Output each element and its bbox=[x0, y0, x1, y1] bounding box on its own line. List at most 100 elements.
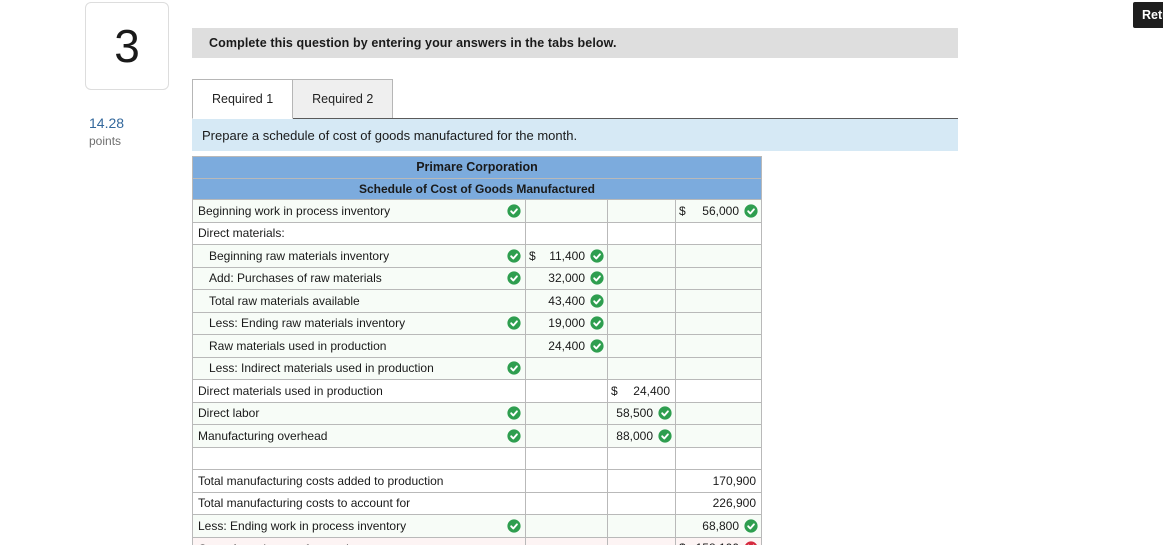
row-label-cell[interactable]: Less: Indirect materials used in product… bbox=[192, 356, 526, 380]
amount-cell-col3[interactable]: 226,900 bbox=[675, 491, 762, 515]
amount-cell-col1[interactable]: 19,000 bbox=[525, 311, 608, 335]
amount-cell-col1[interactable] bbox=[525, 401, 608, 425]
row-label-cell[interactable]: Direct labor bbox=[192, 401, 526, 425]
check-circle-icon bbox=[507, 271, 521, 285]
row-label: Add: Purchases of raw materials bbox=[209, 271, 382, 286]
row-label-cell[interactable]: Total manufacturing costs added to produ… bbox=[192, 469, 526, 493]
table-row: Direct materials used in production $24,4… bbox=[192, 379, 762, 403]
x-circle-icon bbox=[744, 541, 758, 545]
amount-cell-col2[interactable] bbox=[607, 244, 676, 268]
amount-value: 58,500 bbox=[616, 406, 653, 421]
amount-cell-col1[interactable] bbox=[525, 356, 608, 380]
row-label-cell[interactable]: Beginning work in process inventory bbox=[192, 199, 526, 223]
amount-cell-col1[interactable] bbox=[525, 199, 608, 223]
worksheet-company-row: Primare Corporation bbox=[192, 156, 762, 179]
worksheet-statement-row: Schedule of Cost of Goods Manufactured bbox=[192, 177, 762, 200]
amount-cell-col3[interactable] bbox=[675, 311, 762, 335]
currency-symbol: $ bbox=[679, 541, 686, 545]
row-label-cell[interactable]: Add: Purchases of raw materials bbox=[192, 266, 526, 290]
row-label-cell[interactable]: Cost of goods manufactured bbox=[192, 536, 526, 545]
amount-cell-col1[interactable]: 24,400 bbox=[525, 334, 608, 358]
table-row: Manufacturing overhead 88,000 bbox=[192, 424, 762, 448]
amount-cell-col1[interactable] bbox=[525, 424, 608, 448]
amount-cell-col2[interactable] bbox=[607, 334, 676, 358]
row-label: Less: Ending work in process inventory bbox=[198, 518, 407, 533]
amount-cell-col3[interactable] bbox=[675, 221, 762, 245]
amount-cell-col1[interactable] bbox=[525, 491, 608, 515]
amount-cell-col2[interactable] bbox=[607, 469, 676, 493]
row-label-cell[interactable]: Manufacturing overhead bbox=[192, 424, 526, 448]
row-label: Raw materials used in production bbox=[209, 338, 387, 353]
amount-cell-col3[interactable]: $56,000 bbox=[675, 199, 762, 223]
amount-cell-col2[interactable] bbox=[607, 221, 676, 245]
amount-cell-col3[interactable] bbox=[675, 266, 762, 290]
row-label-cell[interactable]: Total raw materials available bbox=[192, 289, 526, 313]
tab-required-1[interactable]: Required 1 bbox=[192, 79, 294, 119]
amount-cell-col2[interactable] bbox=[607, 536, 676, 545]
row-label-cell[interactable]: Direct materials: bbox=[192, 221, 526, 245]
row-label-cell[interactable] bbox=[192, 446, 526, 470]
statement-title: Schedule of Cost of Goods Manufactured bbox=[192, 177, 762, 200]
amount-cell-col1[interactable]: 43,400 bbox=[525, 289, 608, 313]
table-row: Cost of goods manufactured $158,100 bbox=[192, 536, 762, 545]
check-circle-icon bbox=[590, 249, 604, 263]
amount-cell-col3[interactable] bbox=[675, 334, 762, 358]
row-label: Direct materials used in production bbox=[198, 383, 383, 398]
table-row: Less: Indirect materials used in product… bbox=[192, 356, 762, 380]
amount-cell-col1[interactable] bbox=[525, 221, 608, 245]
table-row: Direct materials: bbox=[192, 221, 762, 245]
amount-cell-col2[interactable]: $24,400 bbox=[607, 379, 676, 403]
amount-cell-col3[interactable]: 68,800 bbox=[675, 514, 762, 538]
row-label: Beginning work in process inventory bbox=[198, 203, 391, 218]
check-circle-icon bbox=[590, 316, 604, 330]
amount-cell-col2[interactable] bbox=[607, 491, 676, 515]
table-row: Beginning raw materials inventory $11,400 bbox=[192, 244, 762, 268]
amount-cell-col2[interactable] bbox=[607, 356, 676, 380]
amount-cell-col3[interactable]: 170,900 bbox=[675, 469, 762, 493]
amount-cell-col3[interactable]: $158,100 bbox=[675, 536, 762, 545]
amount-cell-col3[interactable] bbox=[675, 356, 762, 380]
amount-cell-col1[interactable] bbox=[525, 446, 608, 470]
amount-cell-col1[interactable] bbox=[525, 514, 608, 538]
tab-required-2-label: Required 2 bbox=[312, 92, 374, 106]
amount-value: 158,100 bbox=[696, 541, 741, 545]
amount-cell-col3[interactable] bbox=[675, 446, 762, 470]
amount-cell-col2[interactable] bbox=[607, 446, 676, 470]
points-label: points bbox=[89, 133, 122, 148]
amount-cell-col2[interactable]: 58,500 bbox=[607, 401, 676, 425]
amount-cell-col1[interactable]: 32,000 bbox=[525, 266, 608, 290]
amount-cell-col1[interactable]: $11,400 bbox=[525, 244, 608, 268]
amount-cell-col2[interactable] bbox=[607, 199, 676, 223]
amount-cell-col2[interactable]: 88,000 bbox=[607, 424, 676, 448]
check-circle-icon bbox=[507, 429, 521, 443]
question-number-box: 3 bbox=[85, 2, 169, 90]
currency-symbol: $ bbox=[529, 248, 536, 263]
row-label: Direct labor bbox=[198, 406, 260, 421]
amount-cell-col2[interactable] bbox=[607, 266, 676, 290]
row-label-cell[interactable]: Total manufacturing costs to account for bbox=[192, 491, 526, 515]
row-label-cell[interactable]: Less: Ending work in process inventory bbox=[192, 514, 526, 538]
instruction-text: Complete this question by entering your … bbox=[209, 36, 617, 50]
amount-cell-col2[interactable] bbox=[607, 289, 676, 313]
tab-required-2[interactable]: Required 2 bbox=[292, 79, 394, 119]
row-label-cell[interactable]: Less: Ending raw materials inventory bbox=[192, 311, 526, 335]
row-label-cell[interactable]: Direct materials used in production bbox=[192, 379, 526, 403]
amount-cell-col3[interactable] bbox=[675, 401, 762, 425]
row-label-cell[interactable]: Raw materials used in production bbox=[192, 334, 526, 358]
check-circle-icon bbox=[507, 361, 521, 375]
amount-cell-col3[interactable] bbox=[675, 289, 762, 313]
check-circle-icon bbox=[507, 249, 521, 263]
amount-cell-col1[interactable] bbox=[525, 536, 608, 545]
amount-cell-col3[interactable] bbox=[675, 424, 762, 448]
instruction-bar: Complete this question by entering your … bbox=[192, 28, 958, 58]
amount-cell-col3[interactable] bbox=[675, 379, 762, 403]
amount-cell-col1[interactable] bbox=[525, 469, 608, 493]
amount-cell-col3[interactable] bbox=[675, 244, 762, 268]
amount-cell-col2[interactable] bbox=[607, 514, 676, 538]
amount-cell-col1[interactable] bbox=[525, 379, 608, 403]
amount-cell-col2[interactable] bbox=[607, 311, 676, 335]
table-row: Raw materials used in production 24,400 bbox=[192, 334, 762, 358]
check-circle-icon bbox=[590, 271, 604, 285]
row-label-cell[interactable]: Beginning raw materials inventory bbox=[192, 244, 526, 268]
return-to-question-button[interactable]: Return to question bbox=[1133, 2, 1163, 28]
